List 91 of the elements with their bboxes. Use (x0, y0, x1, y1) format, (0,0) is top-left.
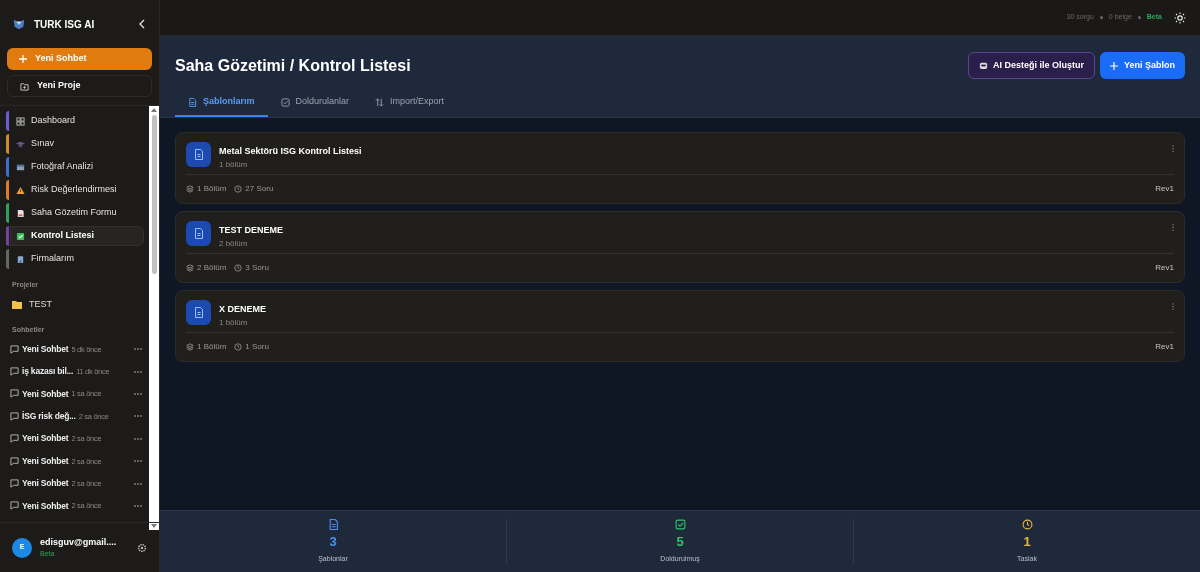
separator-dot-icon (1137, 16, 1141, 19)
chat-bubble-icon (10, 501, 19, 511)
question-count: 1 Soru (245, 341, 269, 353)
user-email: edisguv@gmail.... (40, 535, 118, 549)
clock-icon (234, 264, 243, 272)
tab[interactable]: Import/Export (362, 89, 458, 117)
question-count: 3 Soru (245, 262, 269, 274)
new-template-button[interactable]: Yeni Şablon (1100, 52, 1185, 79)
chat-bubble-icon (10, 344, 19, 354)
layers-icon (186, 185, 194, 193)
more-icon[interactable] (134, 460, 142, 463)
revision-label: Rev1 (1155, 262, 1174, 274)
document-icon (186, 300, 211, 325)
theme-toggle-icon[interactable] (1174, 11, 1186, 24)
scrollbar[interactable] (149, 106, 159, 530)
chat-bubble-icon (10, 456, 19, 466)
nav-item[interactable]: Sınav (10, 134, 144, 154)
swap-icon (375, 97, 385, 107)
more-icon[interactable] (134, 437, 142, 440)
folder-icon (12, 300, 22, 309)
new-project-button[interactable]: Yeni Proje (7, 75, 152, 97)
collapse-icon[interactable] (137, 19, 147, 29)
clock-icon (234, 185, 243, 193)
revision-label: Rev1 (1155, 183, 1174, 195)
template-title: X DENEME (219, 303, 267, 316)
template-title: Metal Sektörü ISG Kontrol Listesi (219, 145, 363, 158)
question-count: 27 Soru (245, 183, 274, 195)
revision-label: Rev1 (1155, 341, 1174, 353)
clock-icon (234, 343, 243, 351)
template-card[interactable]: Metal Sektörü ISG Kontrol Listesi 1 bölüm 1 Bölüm 27 Soru Rev1 (175, 132, 1185, 204)
document-icon (186, 142, 211, 167)
stat-value: 1 (1023, 533, 1031, 551)
nav-item[interactable]: Dashboard (10, 111, 144, 131)
checkbox-icon (16, 231, 25, 241)
settings-icon[interactable] (137, 542, 147, 553)
checkbox-icon (674, 519, 686, 530)
project-item[interactable]: TEST (6, 296, 144, 313)
nav-item[interactable]: Fotoğraf Analizi (10, 157, 144, 177)
nav-item[interactable]: Risk Değerlendirmesi (10, 180, 144, 200)
clock-icon (1021, 519, 1033, 530)
chat-bubble-icon (10, 389, 19, 399)
checkbox-icon (280, 97, 290, 107)
scroll-down-icon[interactable] (151, 524, 157, 528)
more-icon[interactable] (134, 392, 142, 395)
more-icon[interactable] (134, 348, 142, 351)
tab[interactable]: Şablonlarım (175, 89, 268, 117)
nav-item[interactable]: Firmalarım (10, 249, 144, 269)
section-count: 1 Bölüm (197, 341, 227, 353)
layers-icon (186, 264, 194, 272)
more-icon[interactable] (134, 482, 142, 485)
stat-value: 5 (676, 533, 684, 551)
brand-name: TURK ISG AI (34, 17, 96, 32)
chat-bubble-icon (10, 367, 19, 377)
scroll-up-icon[interactable] (151, 108, 157, 112)
template-card[interactable]: X DENEME 1 bölüm 1 Bölüm 1 Soru Rev1 (175, 290, 1185, 362)
photo-icon (16, 162, 25, 172)
document-icon (327, 519, 339, 530)
more-icon[interactable] (134, 415, 142, 418)
template-subtitle: 1 bölüm (219, 316, 249, 329)
section-count: 1 Bölüm (197, 183, 227, 195)
building-icon (16, 254, 25, 264)
template-subtitle: 1 bölüm (219, 158, 249, 171)
document-icon (188, 97, 197, 107)
separator-dot-icon (1099, 16, 1103, 19)
document-icon (16, 208, 25, 218)
folder-icon (20, 81, 29, 91)
section-count: 2 Bölüm (197, 262, 227, 274)
warning-icon (16, 185, 25, 195)
plus-icon (1110, 61, 1118, 70)
robot-icon (978, 61, 988, 70)
chat-bubble-icon (10, 411, 19, 421)
layers-icon (186, 343, 194, 351)
nav-item[interactable]: Saha Gözetim Formu (10, 203, 144, 223)
grid-icon (16, 116, 25, 126)
chat-bubble-icon (10, 434, 19, 444)
template-title: TEST DENEME (219, 224, 284, 237)
graduation-cap-icon (16, 139, 25, 149)
logo-icon (12, 17, 26, 31)
plus-icon (19, 55, 27, 63)
document-icon (186, 221, 211, 246)
more-icon[interactable] (134, 504, 142, 507)
page-title: Saha Gözetimi / Kontrol Listesi (175, 55, 411, 76)
stat-value: 3 (329, 533, 337, 551)
template-subtitle: 2 bölüm (219, 237, 249, 250)
ai-create-button[interactable]: AI Desteği ile Oluştur (967, 52, 1095, 79)
template-card[interactable]: TEST DENEME 2 bölüm 2 Bölüm 3 Soru Rev1 (175, 211, 1185, 283)
nav-item[interactable]: Kontrol Listesi (10, 226, 144, 246)
scroll-thumb[interactable] (151, 115, 157, 274)
chat-bubble-icon (10, 479, 19, 489)
more-icon[interactable] (134, 370, 142, 373)
tab[interactable]: Doldurulanlar (267, 89, 363, 117)
